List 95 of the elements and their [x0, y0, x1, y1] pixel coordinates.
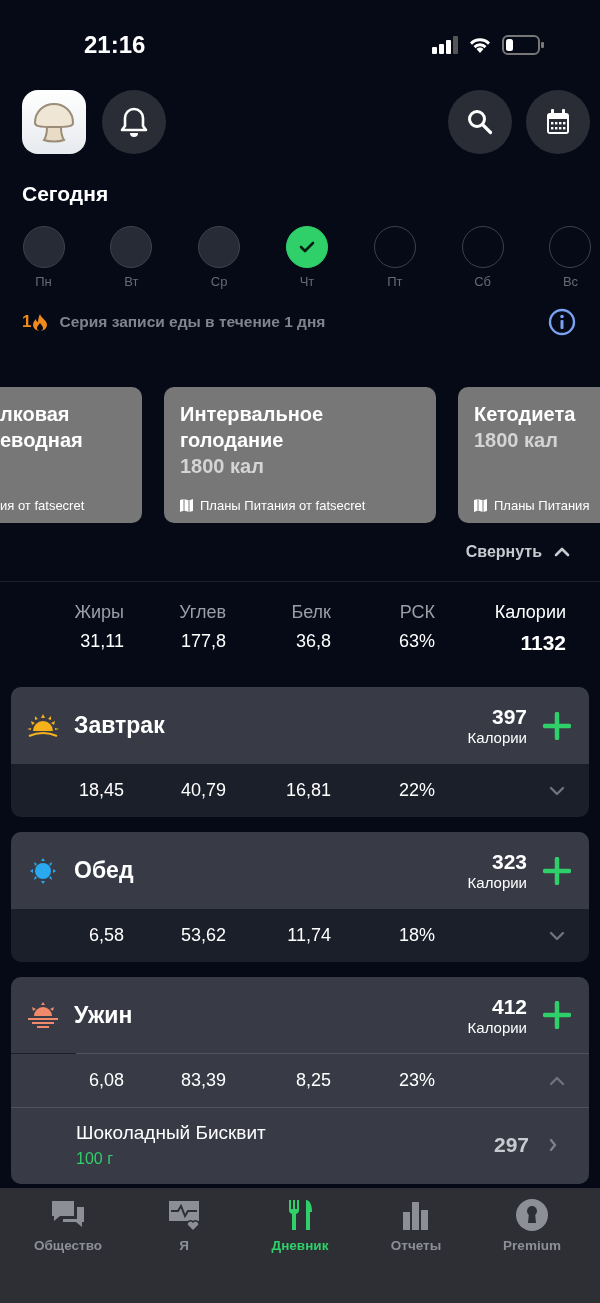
meal-name: Завтрак	[74, 712, 165, 739]
map-icon	[180, 499, 193, 512]
collapse-button[interactable]: Свернуть	[465, 543, 570, 561]
chevron-right-icon	[549, 1138, 557, 1152]
tab[interactable]: Я	[126, 1198, 242, 1268]
column-header: РСК	[398, 602, 435, 623]
food-name: Шоколадный Бисквит	[76, 1122, 267, 1144]
macro-value: 22%	[397, 780, 435, 801]
macro-value: 6,08	[87, 1070, 124, 1091]
food-amount: 100 г	[76, 1150, 114, 1168]
total-value: 63%	[397, 631, 435, 653]
map-icon	[474, 499, 487, 512]
macro-value: 40,79	[179, 780, 226, 801]
meal-plan-card[interactable]: лковая еводная ия от fatsecret	[0, 387, 142, 523]
macro-value: 16,81	[284, 780, 331, 801]
battery-icon	[502, 35, 544, 55]
plan-source: ия от fatsecret	[0, 498, 85, 513]
total-value: 1132	[519, 631, 566, 655]
plus-icon	[543, 1001, 571, 1029]
calories-label: Калории	[467, 1018, 527, 1036]
meal-name: Обед	[74, 857, 134, 884]
macro-value: 18%	[397, 925, 435, 946]
chevron-up-icon	[554, 547, 570, 557]
macro-value: 11,74	[286, 925, 331, 946]
day-label: Чт	[299, 274, 315, 289]
add-food-button[interactable]	[543, 856, 571, 885]
column-header: Жиры	[73, 602, 124, 623]
plan-title: Кетодиета	[474, 402, 577, 427]
search-icon	[467, 109, 493, 135]
calories-label: Калории	[467, 874, 527, 891]
signal-icon	[432, 36, 458, 54]
expand-toggle[interactable]	[549, 930, 565, 941]
column-header: Углев	[178, 602, 226, 623]
plus-icon	[543, 856, 571, 885]
streak-text: Серия записи еды в течение 1 дня	[59, 313, 326, 331]
chevron-up-icon	[549, 1075, 565, 1086]
total-value: 177,8	[179, 631, 226, 653]
tab[interactable]: Дневник	[242, 1198, 358, 1268]
macro-value: 83,39	[179, 1070, 226, 1091]
day-indicator[interactable]	[286, 226, 328, 268]
meal-plan-card[interactable]: Интервальное голодание 1800 кал Планы Питания от fatsecret	[164, 387, 436, 523]
section-title: Сегодня	[22, 182, 110, 206]
day-label: Пн	[35, 274, 52, 289]
status-time: 21:16	[84, 31, 147, 59]
bell-icon	[119, 106, 149, 138]
plan-calories: 1800 кал	[474, 428, 559, 453]
plus-icon	[543, 711, 571, 740]
day-label: Сб	[474, 274, 492, 289]
meal-calories: 397	[491, 705, 527, 729]
plan-title: Интервальное	[180, 402, 325, 427]
app-avatar[interactable]	[22, 90, 86, 154]
food-calories: 297	[493, 1133, 529, 1157]
column-header: Калории	[493, 602, 566, 623]
wifi-icon	[468, 36, 492, 54]
macro-value: 8,25	[294, 1070, 331, 1091]
add-food-button[interactable]	[543, 711, 571, 740]
day-label: Вс	[562, 274, 579, 289]
streak-count: 1	[22, 312, 32, 332]
day-label: Пт	[387, 274, 403, 289]
heartbeat-icon	[166, 1198, 202, 1232]
collapse-toggle[interactable]	[549, 1075, 565, 1086]
plan-title: еводная	[0, 428, 84, 453]
info-icon[interactable]	[548, 308, 576, 336]
keyhole-icon	[514, 1198, 550, 1232]
flame-icon	[33, 313, 48, 331]
meal-plan-card[interactable]: Кетодиета 1800 кал Планы Питания	[458, 387, 600, 523]
chevron-down-icon	[549, 785, 565, 796]
tab[interactable]: Отчеты	[358, 1198, 474, 1268]
day-label: Вт	[124, 274, 139, 289]
food-entry[interactable]: Шоколадный Бисквит 100 г 297	[11, 1107, 589, 1184]
calories-label: Калории	[467, 729, 527, 746]
plan-source: Планы Питания	[494, 498, 590, 513]
macro-value: 23%	[397, 1070, 435, 1091]
macro-value: 6,58	[87, 925, 124, 946]
macro-value: 53,62	[179, 925, 226, 946]
sunset-icon	[26, 1001, 60, 1029]
macro-value: 18,45	[77, 780, 124, 801]
plan-source: Планы Питания от fatsecret	[200, 498, 366, 513]
day-label: Ср	[210, 274, 228, 289]
meal-name: Ужин	[74, 1001, 133, 1029]
add-food-button[interactable]	[543, 1001, 571, 1029]
calendar-icon	[546, 109, 570, 135]
total-value: 31,11	[79, 631, 124, 653]
plan-calories: 1800 кал	[180, 454, 265, 479]
column-header: Белк	[290, 602, 331, 623]
chevron-down-icon	[549, 930, 565, 941]
tab[interactable]: Premium	[474, 1198, 590, 1268]
meal-calories: 323	[491, 850, 527, 874]
tab[interactable]: Общество	[10, 1198, 126, 1268]
check-icon	[299, 241, 315, 253]
plan-title: голодание	[180, 428, 285, 453]
meal-calories: 412	[491, 994, 527, 1019]
expand-toggle[interactable]	[549, 785, 565, 796]
plan-title: лковая	[0, 402, 71, 427]
total-value: 36,8	[294, 631, 331, 653]
